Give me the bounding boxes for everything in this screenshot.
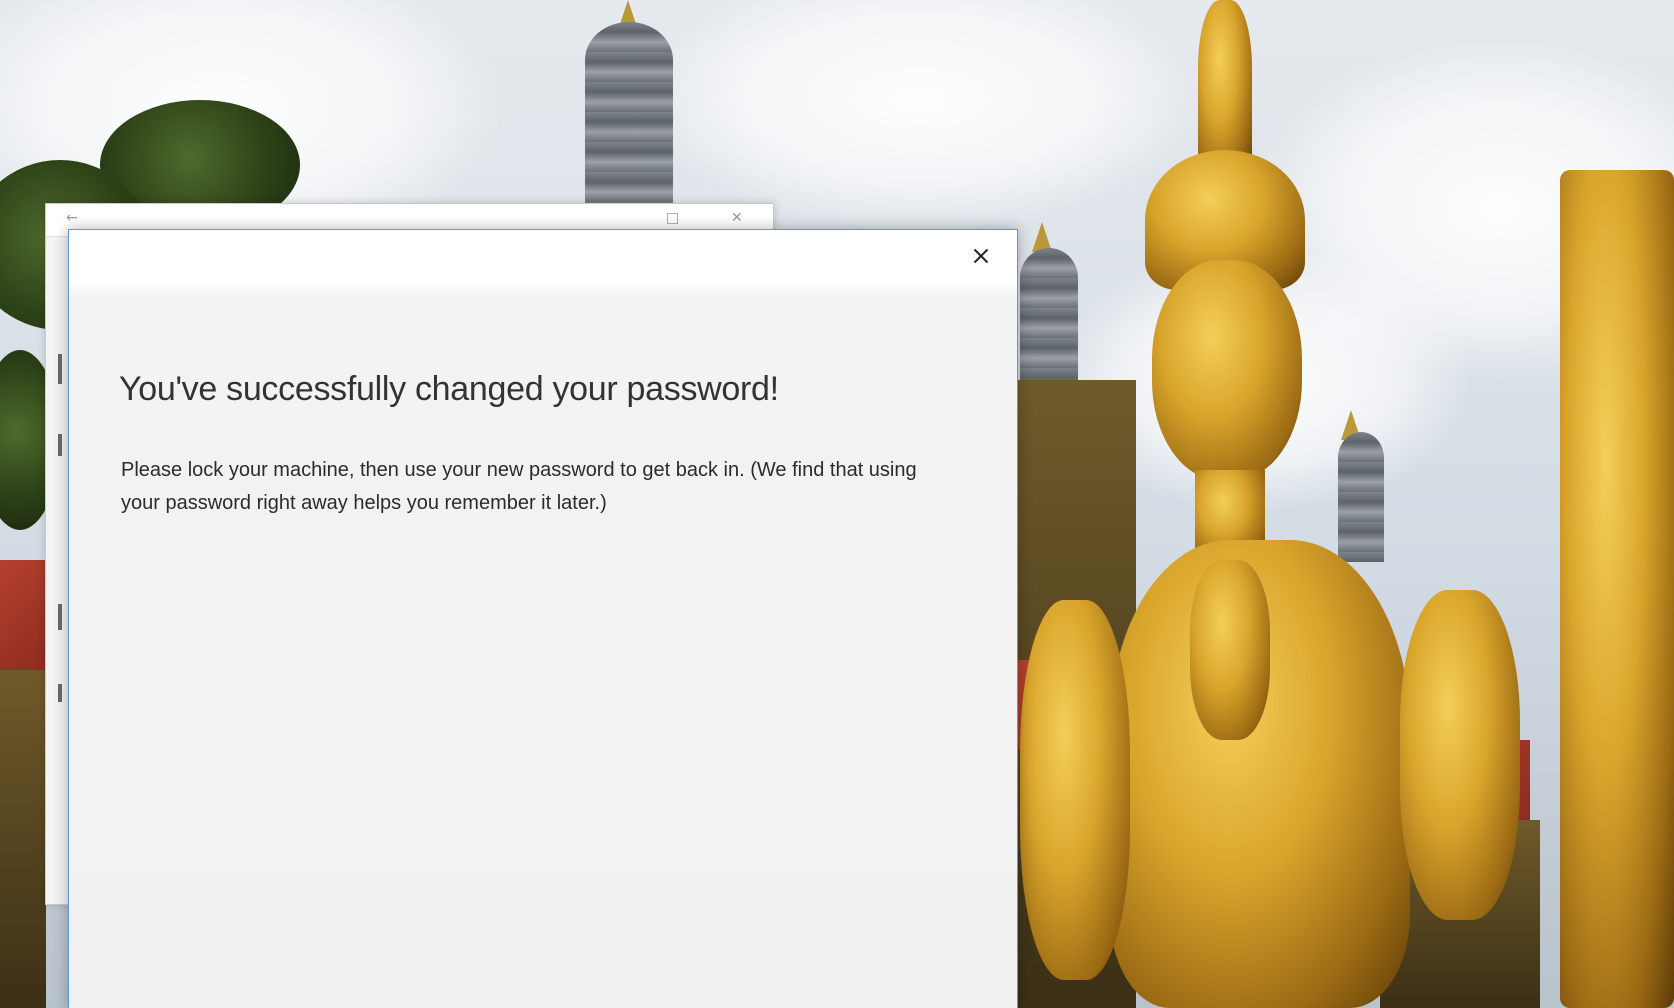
golden-ornament bbox=[1560, 170, 1674, 1008]
maximize-icon[interactable]: □ bbox=[666, 210, 679, 226]
close-icon[interactable]: ✕ bbox=[731, 210, 743, 226]
statue-left-arm bbox=[1020, 600, 1130, 980]
temple-tower bbox=[1020, 248, 1078, 398]
desktop-wallpaper: ← □ ✕ You've successfully changed your p… bbox=[0, 0, 1674, 1008]
background-window-content bbox=[58, 604, 62, 630]
statue-right-arm bbox=[1400, 590, 1520, 920]
statue-head bbox=[1152, 260, 1302, 480]
cloud bbox=[640, 0, 1200, 230]
background-window-content bbox=[58, 684, 62, 702]
background-window-content bbox=[58, 434, 62, 456]
back-arrow-icon[interactable]: ← bbox=[66, 210, 78, 226]
dialog-message: Please lock your machine, then use your … bbox=[121, 459, 917, 514]
temple-roof bbox=[0, 560, 46, 670]
close-button[interactable] bbox=[963, 240, 999, 272]
dialog-title: You've successfully changed your passwor… bbox=[119, 370, 779, 408]
statue-spire bbox=[1198, 0, 1252, 170]
password-changed-dialog: You've successfully changed your passwor… bbox=[68, 229, 1018, 1008]
statue-hand bbox=[1190, 560, 1270, 740]
temple-building bbox=[0, 670, 46, 1008]
close-icon bbox=[973, 248, 989, 264]
background-window-content bbox=[58, 354, 62, 384]
temple-tower bbox=[585, 22, 673, 212]
temple-tower bbox=[1338, 432, 1384, 562]
